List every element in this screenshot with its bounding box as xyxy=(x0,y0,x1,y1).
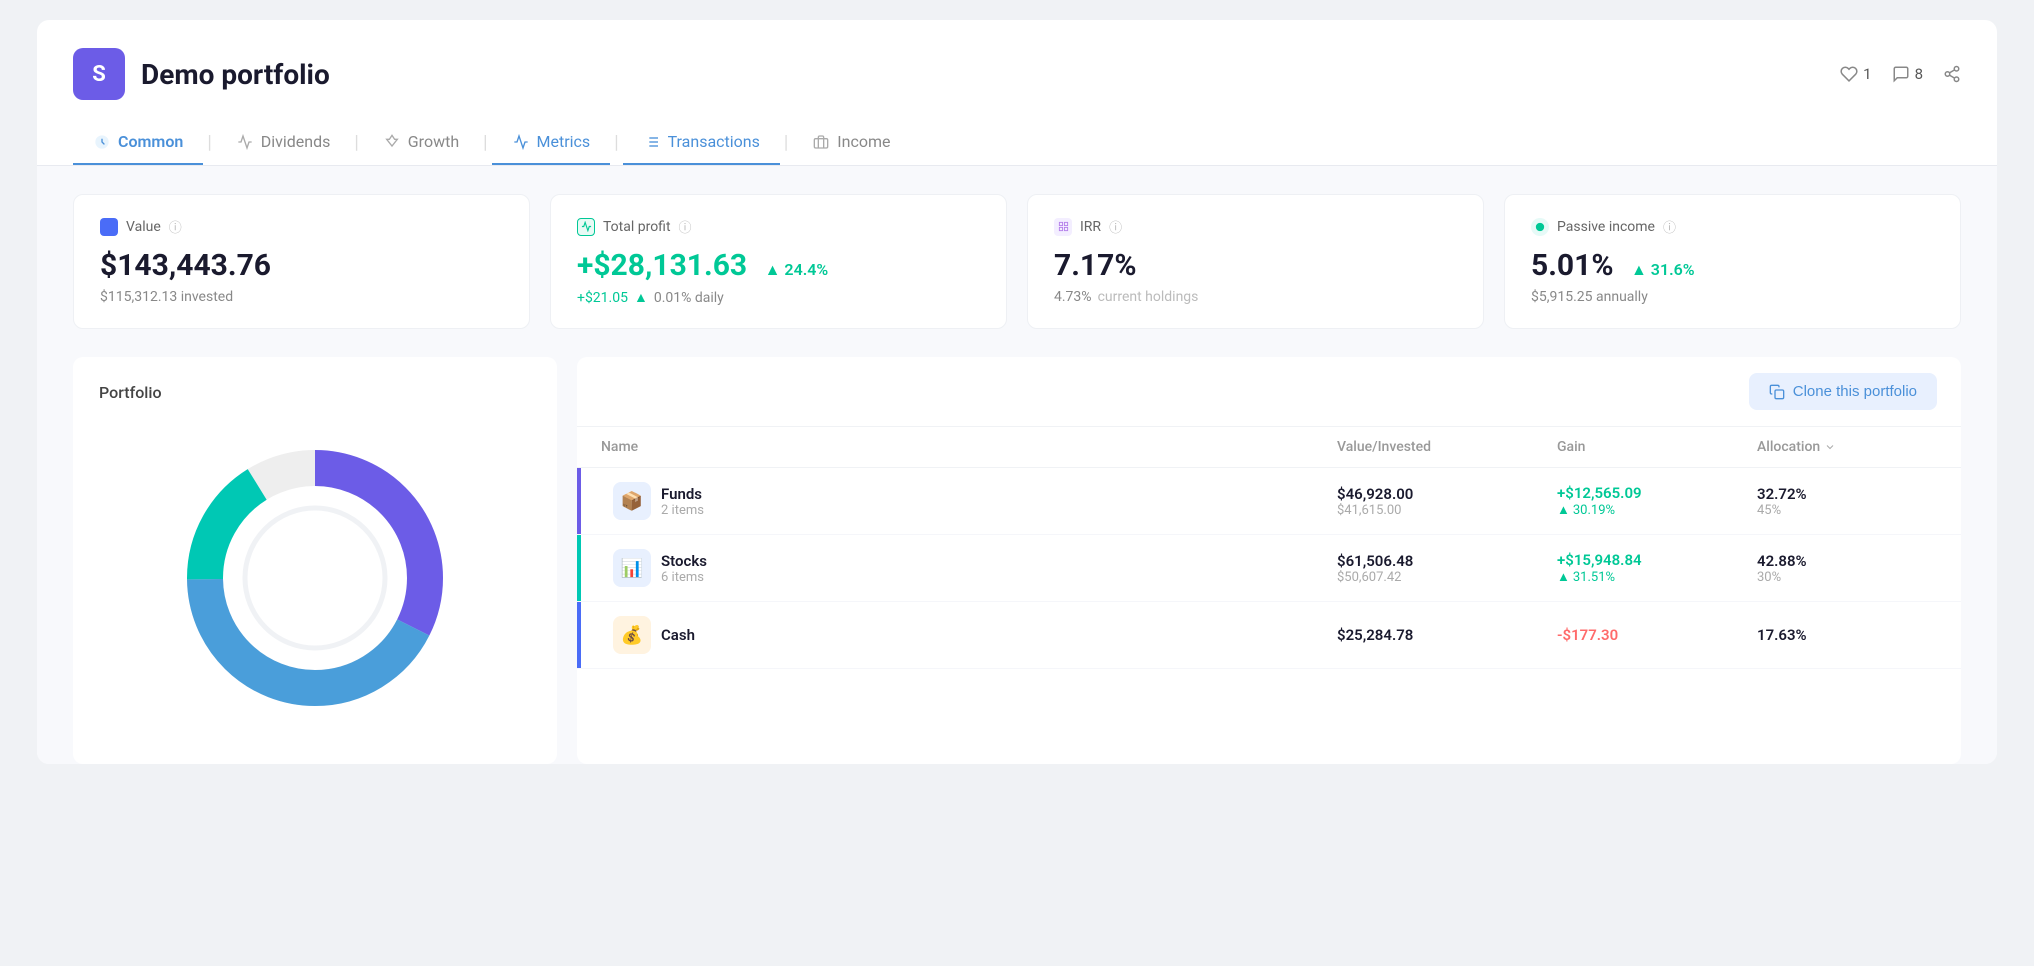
stocks-gain-pct: ▲31.51% xyxy=(1557,569,1757,585)
income-icon xyxy=(812,133,830,151)
likes-button[interactable]: 1 xyxy=(1840,65,1871,83)
tab-growth-label: Growth xyxy=(408,132,459,151)
stocks-name: Stocks xyxy=(661,552,707,570)
profit-amount: +$28,131.63 ▲ 24.4% xyxy=(577,248,980,283)
funds-gain: +$12,565.09 xyxy=(1557,484,1757,502)
value-info-icon[interactable]: ⓘ xyxy=(169,217,182,236)
tab-growth[interactable]: Growth xyxy=(363,120,479,165)
cash-name: Cash xyxy=(661,626,695,644)
main-card: S Demo portfolio 1 8 Common | xyxy=(37,20,1997,764)
row-indicator-stocks xyxy=(577,535,581,601)
dividends-icon xyxy=(236,133,254,151)
stats-row: Value ⓘ $143,443.76 $115,312.13 invested… xyxy=(37,166,1997,357)
header: S Demo portfolio 1 8 xyxy=(37,20,1997,100)
row-indicator-funds xyxy=(577,468,581,534)
value-icon xyxy=(100,218,118,236)
row-indicator-cash xyxy=(577,602,581,668)
value-label: Value xyxy=(126,219,161,235)
header-actions: 1 8 xyxy=(1840,65,1961,83)
tab-income[interactable]: Income xyxy=(792,120,910,165)
likes-count: 1 xyxy=(1863,65,1871,83)
tab-metrics[interactable]: Metrics xyxy=(492,120,611,165)
tab-transactions[interactable]: Transactions xyxy=(623,120,780,165)
comments-button[interactable]: 8 xyxy=(1892,65,1923,83)
header-left: S Demo portfolio xyxy=(73,48,330,100)
value-amount: $143,443.76 xyxy=(100,248,503,283)
cash-cell: 💰 Cash xyxy=(601,616,1337,654)
stocks-gain: +$15,948.84 xyxy=(1557,551,1757,569)
cash-gain: -$177.30 xyxy=(1557,626,1757,644)
cash-icon: 💰 xyxy=(613,616,651,654)
tab-income-label: Income xyxy=(837,132,890,151)
nav-tabs: Common | Dividends | Growth | Metrics | xyxy=(37,100,1997,166)
passive-label: Passive income xyxy=(1557,219,1655,235)
growth-icon xyxy=(383,133,401,151)
share-button[interactable] xyxy=(1943,65,1961,83)
metrics-icon xyxy=(512,133,530,151)
tab-dividends-label: Dividends xyxy=(261,132,331,151)
funds-name: Funds xyxy=(661,485,704,503)
comments-count: 8 xyxy=(1915,65,1923,83)
profit-icon xyxy=(577,218,595,236)
funds-invested: $41,615.00 xyxy=(1337,503,1557,518)
stocks-count: 6 items xyxy=(661,570,707,585)
transactions-icon xyxy=(643,133,661,151)
funds-gain-pct: ▲30.19% xyxy=(1557,502,1757,518)
funds-alloc-sub: 45% xyxy=(1757,503,1937,518)
common-icon xyxy=(93,133,111,151)
donut-chart-container xyxy=(99,418,531,738)
col-value: Value/Invested xyxy=(1337,439,1557,455)
table-row: 📊 Stocks 6 items $61,506.48 $50,607.42 +… xyxy=(577,535,1961,602)
passive-info-icon[interactable]: ⓘ xyxy=(1663,217,1676,236)
tab-dividends[interactable]: Dividends xyxy=(216,120,351,165)
col-gain: Gain xyxy=(1557,439,1757,455)
stat-card-passive: Passive income ⓘ 5.01% ▲ 31.6% $5,915.25… xyxy=(1504,194,1961,329)
tab-metrics-label: Metrics xyxy=(537,132,591,151)
stat-card-irr: IRR ⓘ 7.17% 4.73% current holdings xyxy=(1027,194,1484,329)
tab-transactions-label: Transactions xyxy=(668,132,760,151)
stat-card-value: Value ⓘ $143,443.76 $115,312.13 invested xyxy=(73,194,530,329)
table-row: 📦 Funds 2 items $46,928.00 $41,615.00 +$… xyxy=(577,468,1961,535)
cash-value: $25,284.78 xyxy=(1337,626,1557,644)
stocks-cell: 📊 Stocks 6 items xyxy=(601,549,1337,587)
clone-button[interactable]: Clone this portfolio xyxy=(1749,373,1937,410)
stocks-invested: $50,607.42 xyxy=(1337,570,1557,585)
cash-alloc: 17.63% xyxy=(1757,626,1937,644)
stocks-alloc: 42.88% xyxy=(1757,552,1937,570)
chart-title: Portfolio xyxy=(99,383,531,402)
donut-chart xyxy=(155,428,475,728)
funds-alloc: 32.72% xyxy=(1757,485,1937,503)
irr-icon xyxy=(1054,218,1072,236)
passive-icon xyxy=(1531,218,1549,236)
stocks-value: $61,506.48 xyxy=(1337,552,1557,570)
funds-count: 2 items xyxy=(661,503,704,518)
profit-info-icon[interactable]: ⓘ xyxy=(679,217,692,236)
table-header-row: Clone this portfolio xyxy=(577,357,1961,427)
clone-button-label: Clone this portfolio xyxy=(1793,383,1917,400)
funds-cell: 📦 Funds 2 items xyxy=(601,482,1337,520)
irr-label: IRR xyxy=(1080,219,1101,235)
irr-info-icon[interactable]: ⓘ xyxy=(1109,217,1122,236)
col-alloc: Allocation xyxy=(1757,439,1937,455)
stat-card-profit: Total profit ⓘ +$28,131.63 ▲ 24.4% +$21.… xyxy=(550,194,1007,329)
profit-label: Total profit xyxy=(603,219,671,235)
table-section: Clone this portfolio Name Value/Invested… xyxy=(577,357,1961,764)
funds-value: $46,928.00 xyxy=(1337,485,1557,503)
stocks-icon: 📊 xyxy=(613,549,651,587)
value-invested: $115,312.13 invested xyxy=(100,289,233,305)
stocks-alloc-sub: 30% xyxy=(1757,570,1937,585)
tab-common[interactable]: Common xyxy=(73,120,203,165)
bottom-section: Portfolio xyxy=(37,357,1997,764)
tab-common-label: Common xyxy=(118,132,183,151)
col-name: Name xyxy=(601,439,1337,455)
portfolio-icon: S xyxy=(73,48,125,100)
passive-amount: 5.01% ▲ 31.6% xyxy=(1531,248,1934,283)
irr-amount: 7.17% xyxy=(1054,248,1457,283)
funds-icon: 📦 xyxy=(613,482,651,520)
page-title: Demo portfolio xyxy=(141,58,330,91)
portfolio-chart-card: Portfolio xyxy=(73,357,557,764)
table-row: 💰 Cash $25,284.78 -$177.30 17.63% xyxy=(577,602,1961,669)
table-column-headers: Name Value/Invested Gain Allocation xyxy=(577,427,1961,468)
